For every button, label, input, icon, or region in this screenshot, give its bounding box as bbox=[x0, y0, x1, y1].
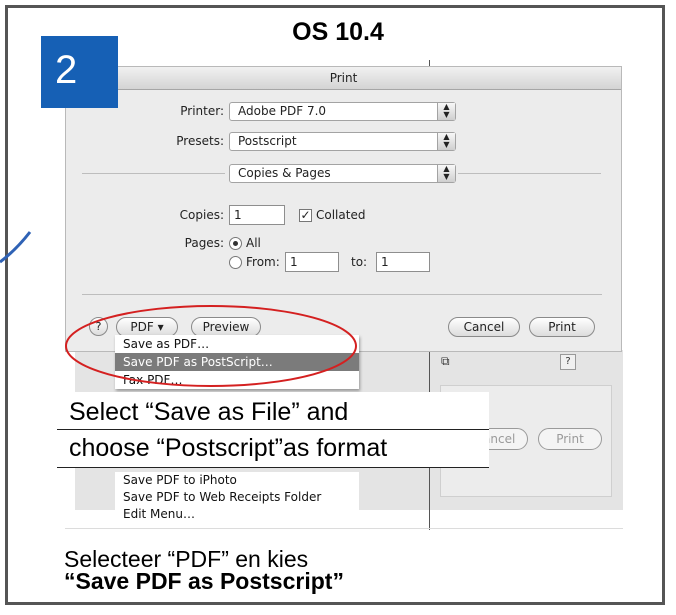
pages-to-field[interactable]: 1 bbox=[376, 252, 430, 272]
collated-checkbox[interactable]: ✓ bbox=[299, 209, 312, 222]
pages-from-label: From: bbox=[246, 255, 280, 269]
pages-to-label: to: bbox=[351, 255, 368, 269]
presets-value: Postscript bbox=[238, 134, 297, 148]
help-button[interactable]: ? bbox=[89, 317, 108, 336]
pdf-menu: Save as PDF… Save PDF as PostScript… Fax… bbox=[115, 335, 359, 389]
pages-label: Pages: bbox=[184, 236, 224, 250]
menu-item-edit-menu[interactable]: Edit Menu… bbox=[115, 506, 359, 523]
preview-button[interactable]: Preview bbox=[191, 317, 261, 337]
presets-label: Presets: bbox=[176, 134, 224, 148]
menu-item-save-pdf-as-postscript[interactable]: Save PDF as PostScript… bbox=[115, 353, 359, 371]
callout-line-1: Select “Save as File” and bbox=[69, 398, 349, 426]
section-separator-right bbox=[458, 173, 601, 174]
printer-label: Printer: bbox=[180, 104, 224, 118]
section-value: Copies & Pages bbox=[238, 166, 331, 180]
section-popup[interactable]: Copies & Pages ▲ ▼ bbox=[229, 164, 456, 183]
menu-item-save-as-pdf[interactable]: Save as PDF… bbox=[115, 335, 359, 353]
pages-all-radio[interactable] bbox=[229, 237, 242, 250]
pdf-menu-lower: Save PDF to iPhoto Save PDF to Web Recei… bbox=[115, 472, 359, 523]
caption-line-2: “Save PDF as Postscript” bbox=[64, 568, 344, 594]
copies-field[interactable]: 1 bbox=[229, 205, 285, 225]
popup-arrows-icon: ▲ ▼ bbox=[437, 165, 455, 182]
os-title: OS 10.4 bbox=[292, 18, 384, 46]
instruction-callout: Select “Save as File” and choose “Postsc… bbox=[57, 392, 489, 468]
copies-label: Copies: bbox=[179, 208, 224, 222]
menu-item-save-pdf-to-iphoto[interactable]: Save PDF to iPhoto bbox=[115, 472, 359, 489]
callout-line-2: choose “Postscript”as format bbox=[69, 434, 388, 462]
print-button[interactable]: Print bbox=[529, 317, 595, 337]
print-dialog: Print Printer: Adobe PDF 7.0 ▲ ▼ Presets:… bbox=[65, 66, 622, 352]
pages-all-label: All bbox=[246, 236, 261, 250]
callout-underline-1 bbox=[57, 429, 489, 430]
popup-arrows-icon: ▲ ▼ bbox=[437, 103, 455, 120]
printer-value: Adobe PDF 7.0 bbox=[238, 104, 327, 118]
pages-from-field[interactable]: 1 bbox=[285, 252, 339, 272]
background-print-button: Print bbox=[538, 428, 602, 450]
background-help-button: ? bbox=[560, 354, 576, 370]
pdf-button[interactable]: PDF ▾ bbox=[116, 317, 178, 337]
bottom-separator bbox=[65, 528, 623, 529]
presets-popup[interactable]: Postscript ▲ ▼ bbox=[229, 132, 456, 151]
copy-icon: ⧉ bbox=[441, 354, 450, 368]
printer-popup[interactable]: Adobe PDF 7.0 ▲ ▼ bbox=[229, 102, 456, 121]
cancel-button[interactable]: Cancel bbox=[448, 317, 520, 337]
menu-item-fax-pdf[interactable]: Fax PDF… bbox=[115, 371, 359, 389]
popup-arrows-icon: ▲ ▼ bbox=[437, 133, 455, 150]
menu-item-save-pdf-to-web-receipts[interactable]: Save PDF to Web Receipts Folder bbox=[115, 489, 359, 506]
pages-from-radio[interactable] bbox=[229, 256, 242, 269]
bottom-divider bbox=[82, 294, 602, 295]
collated-label: Collated bbox=[316, 208, 366, 222]
dialog-title: Print bbox=[66, 67, 621, 90]
callout-underline-2 bbox=[57, 467, 489, 468]
section-separator-left bbox=[82, 173, 225, 174]
